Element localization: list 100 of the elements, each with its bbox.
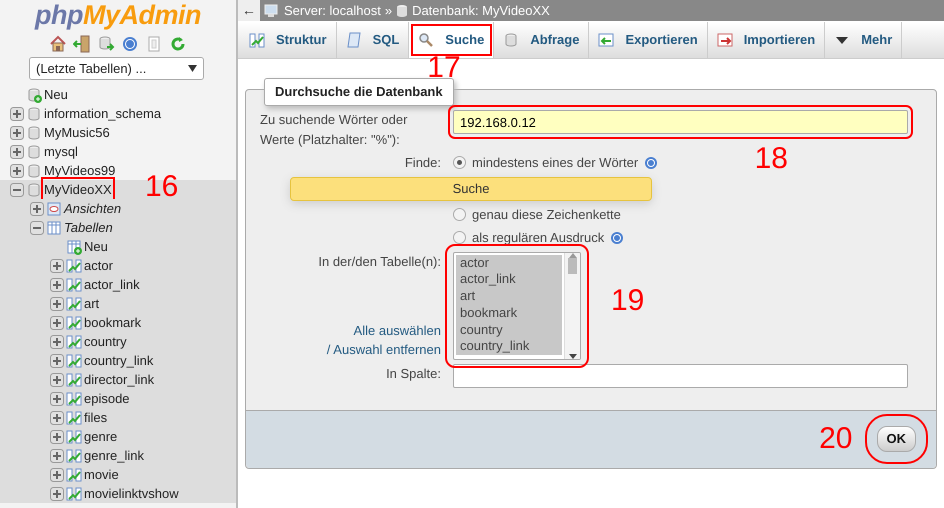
tree-item[interactable]: genre	[84, 426, 118, 446]
table-add-icon	[66, 238, 82, 254]
tree-item[interactable]: information_schema	[44, 104, 162, 124]
database-icon	[26, 162, 42, 178]
table-icon	[66, 486, 82, 502]
expand-icon[interactable]	[50, 372, 64, 386]
annotation-number: 19	[611, 286, 644, 316]
field-label: In Spalte:	[385, 364, 441, 383]
expand-icon[interactable]	[50, 486, 64, 500]
table-icon	[66, 390, 82, 406]
list-option[interactable]: country	[456, 322, 562, 338]
radio-label: genau diese Zeichenkette	[472, 206, 621, 224]
tree-item[interactable]: MyVideos99	[44, 160, 116, 180]
autocomplete-suggestion[interactable]: Suche	[290, 176, 652, 200]
column-field[interactable]	[453, 364, 908, 388]
list-option[interactable]: country_link	[456, 338, 562, 356]
recent-tables-dropdown[interactable]: (Letzte Tabellen) ...	[29, 57, 204, 80]
document-icon	[346, 32, 362, 48]
view-icon	[46, 200, 62, 216]
radio-label: mindestens eines der Wörter	[472, 154, 638, 172]
list-option[interactable]: art	[456, 288, 562, 305]
tree-item[interactable]: actor	[84, 256, 113, 276]
tab[interactable]: Mehr	[825, 22, 902, 58]
database-icon	[26, 144, 42, 160]
table-icon	[66, 314, 82, 330]
list-option[interactable]: actor	[456, 254, 562, 272]
table-icon	[66, 258, 82, 274]
expand-icon[interactable]	[10, 144, 24, 158]
import-icon	[716, 32, 733, 48]
search-icon	[418, 32, 434, 48]
tree-item[interactable]: art	[84, 294, 100, 314]
expand-icon[interactable]	[50, 468, 64, 482]
expand-icon[interactable]	[50, 430, 64, 444]
table-icon	[66, 410, 82, 426]
list-option[interactable]: actor_link	[456, 271, 562, 288]
table-icon	[66, 296, 82, 312]
expand-icon[interactable]	[10, 126, 24, 140]
tree-item[interactable]: Neu	[84, 236, 108, 256]
tab[interactable]: Importieren	[708, 22, 826, 58]
expand-icon[interactable]	[50, 316, 64, 330]
expand-icon[interactable]	[10, 106, 24, 120]
tab[interactable]: Exportieren	[589, 22, 708, 58]
home-icon	[49, 35, 67, 53]
field-label: In der/den Tabelle(n):	[317, 252, 441, 271]
expand-icon[interactable]	[50, 334, 64, 348]
caret-icon	[188, 65, 197, 72]
expand-icon[interactable]	[50, 410, 64, 424]
database-icon	[26, 106, 42, 122]
breadcrumb-link[interactable]: Server: localhost	[284, 0, 381, 20]
expand-icon[interactable]	[50, 392, 64, 406]
radio-button[interactable]	[453, 231, 466, 244]
radio-button[interactable]	[453, 156, 466, 170]
server-icon	[264, 4, 280, 18]
expand-icon[interactable]	[10, 164, 24, 178]
export-icon	[598, 32, 614, 48]
reload-icon	[169, 35, 187, 53]
annotation-number: 16	[145, 172, 178, 202]
database-arrow-icon	[97, 35, 115, 53]
expand-icon[interactable]	[50, 296, 64, 310]
tab[interactable]: Abfrage	[494, 22, 590, 58]
tree-item[interactable]: Neu	[44, 84, 68, 104]
table-icon	[46, 220, 62, 236]
expand-icon[interactable]	[50, 278, 64, 292]
dropdown-value: (Letzte Tabellen) ...	[36, 60, 146, 78]
tree-item[interactable]: movie	[84, 464, 119, 484]
deselect-link[interactable]: / Auswahl entfernen	[326, 342, 441, 357]
panel-title: Durchsuche die Datenbank	[264, 78, 454, 106]
tree-item[interactable]: country	[84, 332, 127, 352]
back-button[interactable]: ←	[238, 0, 260, 21]
collapse-icon[interactable]	[10, 182, 24, 196]
tab[interactable]: Struktur	[240, 22, 337, 58]
list-option[interactable]: bookmark	[456, 304, 562, 322]
scroll-down-icon	[568, 354, 576, 358]
database-icon	[503, 32, 520, 48]
expand-icon[interactable]	[50, 258, 64, 272]
table-icon	[66, 276, 82, 292]
expand-icon[interactable]	[50, 448, 64, 462]
table-icon	[66, 334, 82, 350]
table-icon	[66, 448, 82, 464]
select-all-link[interactable]: Alle auswählen	[354, 322, 441, 338]
radio-button[interactable]	[453, 208, 466, 221]
field-label: Zu suchende Wörter oder Werte (Platzhalter: "%"):	[260, 111, 408, 149]
table-icon	[66, 372, 82, 388]
table-chart-icon	[249, 32, 265, 48]
annotation-number: 20	[819, 424, 852, 454]
database-icon	[26, 124, 42, 140]
field-label: Finde:	[404, 154, 441, 172]
tree-item[interactable]: files	[84, 408, 108, 428]
breadcrumb-link[interactable]: Datenbank: MyVideoXX	[412, 0, 550, 20]
tree-item[interactable]: mysql	[44, 142, 78, 162]
scrollbar-thumb	[568, 258, 577, 274]
expand-icon[interactable]	[50, 354, 64, 368]
tree-item[interactable]: MyMusic56	[44, 122, 110, 142]
collapse-icon[interactable]	[30, 220, 44, 234]
database-add-icon	[26, 86, 42, 102]
annotation-number: 18	[754, 144, 788, 174]
radio-label: als regulären Ausdruck	[472, 229, 604, 247]
breadcrumb-separator: »	[384, 2, 392, 20]
exit-door-icon	[73, 35, 91, 53]
expand-icon[interactable]	[30, 202, 44, 216]
